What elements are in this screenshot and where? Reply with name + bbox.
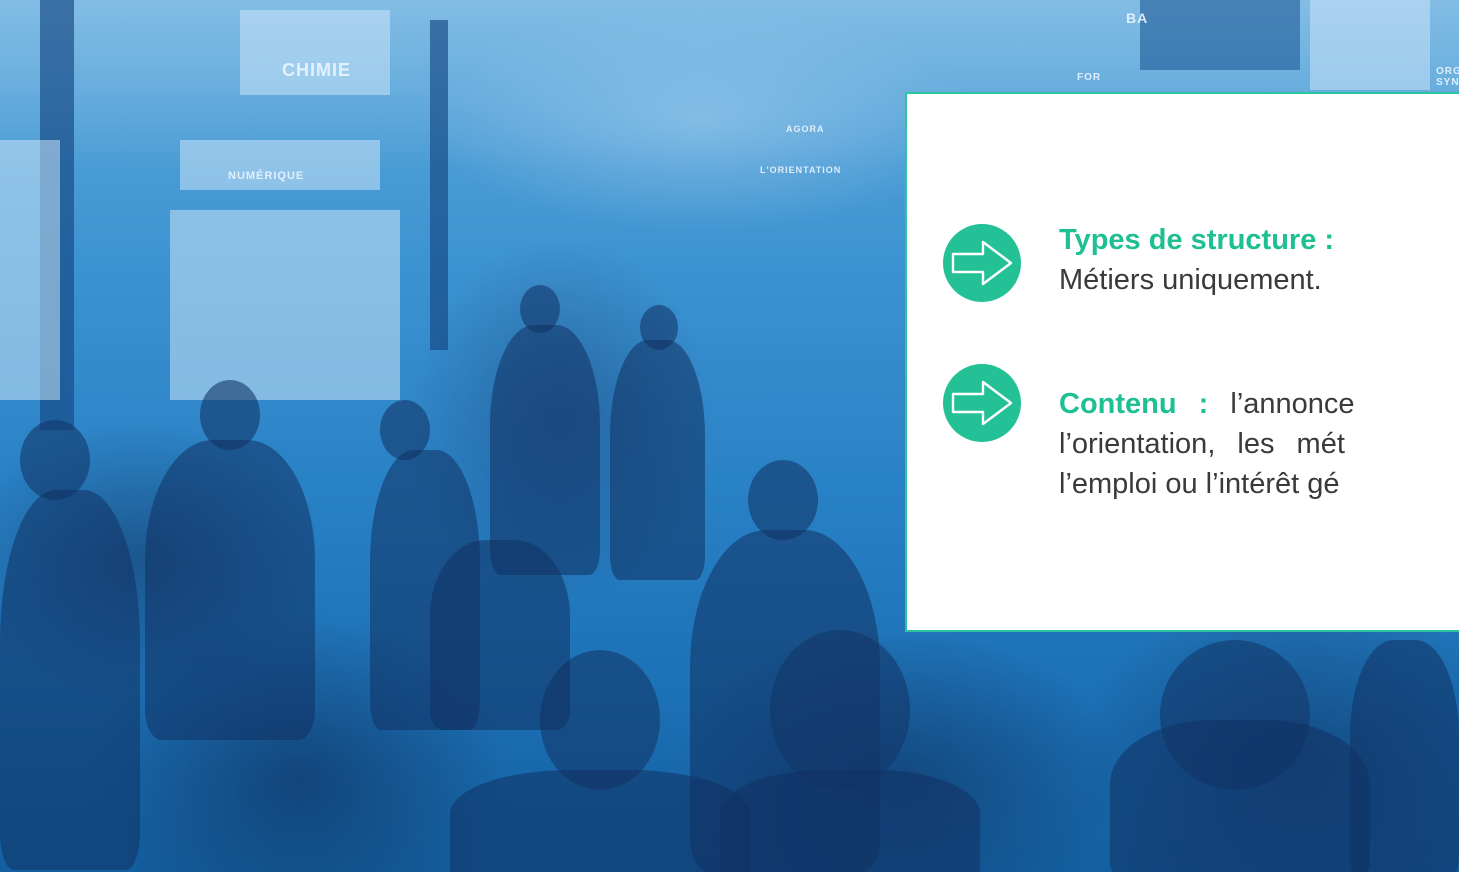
- booth-sign-panel: [180, 140, 380, 190]
- booth-sign-panel: [240, 10, 390, 95]
- person-body: [430, 540, 570, 730]
- person-head: [20, 420, 90, 500]
- person-body: [0, 490, 140, 870]
- person-body: [490, 325, 600, 575]
- person-head: [770, 630, 910, 790]
- sign-agora: AGORA: [786, 124, 825, 134]
- item-label: Types de structure :: [1059, 224, 1335, 256]
- info-card: Types de structure : Métiers uniquement.…: [905, 92, 1459, 632]
- info-item-structure: Types de structure : Métiers uniquement.: [907, 214, 1459, 344]
- item-value-line2: l’orientation, les mét: [1059, 428, 1345, 460]
- person-body: [1110, 720, 1370, 872]
- booth-wall: [170, 210, 400, 400]
- person-body: [145, 440, 315, 740]
- booth-wall: [0, 140, 60, 400]
- person-body: [1350, 640, 1459, 872]
- slide: CHIMIE AGORA NUMÉRIQUE L'ORIENTATION BA …: [0, 0, 1459, 872]
- sign-ba: BA: [1126, 10, 1149, 26]
- item-value-line1: l’annonce: [1230, 388, 1355, 420]
- person-body: [720, 770, 980, 872]
- sign-org-syn: ORG SYN: [1436, 66, 1459, 88]
- info-item-content: Contenu : l’annonce l’orientation, les m…: [907, 364, 1459, 564]
- person-body: [450, 770, 750, 872]
- arrow-right-circle-icon: [943, 224, 1021, 302]
- item-label: Contenu :: [1059, 388, 1209, 420]
- sign-for: FOR: [1077, 72, 1102, 83]
- screen-panel: [1140, 0, 1300, 70]
- person-body: [610, 340, 705, 580]
- arrow-right-circle-icon: [943, 364, 1021, 442]
- info-item-text: Types de structure : Métiers uniquement.: [1059, 220, 1459, 300]
- sign-chimie: CHIMIE: [282, 60, 351, 80]
- info-item-text: Contenu : l’annonce l’orientation, les m…: [1059, 384, 1459, 504]
- sign-orientation: L'ORIENTATION: [760, 165, 842, 175]
- person-head: [748, 460, 818, 540]
- sign-numerique: NUMÉRIQUE: [228, 170, 305, 182]
- pillar: [430, 20, 448, 350]
- booth-sign-panel: [1310, 0, 1430, 90]
- item-value-line3: l’emploi ou l’intérêt gé: [1059, 468, 1340, 500]
- item-value: Métiers uniquement.: [1059, 264, 1322, 296]
